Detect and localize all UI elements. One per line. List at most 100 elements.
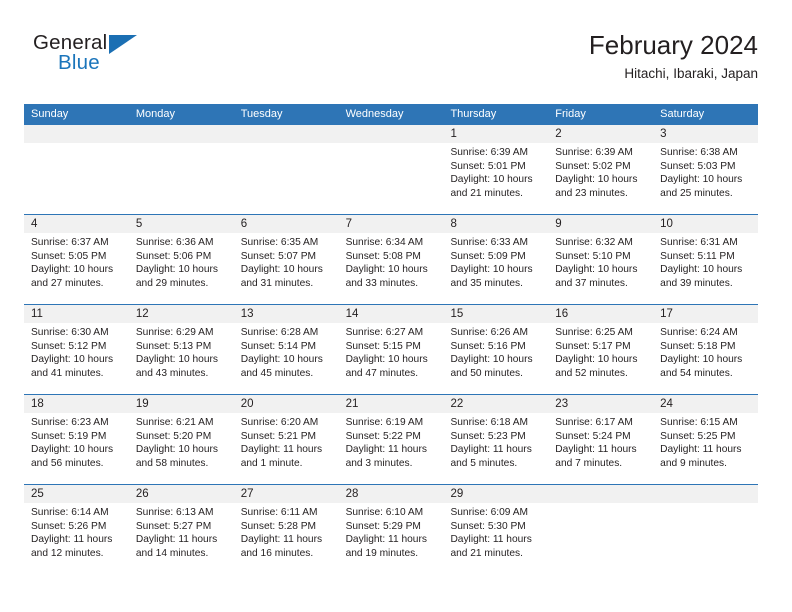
day-number: 21 (345, 398, 359, 410)
sunset-text: Sunset: 5:05 PM (31, 250, 107, 262)
sunset-text: Sunset: 5:24 PM (555, 430, 631, 442)
day-cell[interactable]: Sunrise: 6:26 AM Sunset: 5:16 PM Dayligh… (443, 323, 548, 394)
day-number: 24 (660, 398, 673, 410)
day-cell[interactable]: Sunrise: 6:10 AM Sunset: 5:29 PM Dayligh… (339, 503, 444, 574)
week-date-numbers: 25 26 27 28 29 (24, 485, 758, 503)
general-blue-logo[interactable]: General Blue (33, 32, 163, 84)
page-title: February 2024 (588, 30, 758, 60)
day-number: 3 (660, 128, 667, 140)
daylight-text-line2: and 41 minutes. (31, 367, 104, 379)
day-cell[interactable] (24, 143, 129, 214)
calendar-grid: Sunday Monday Tuesday Wednesday Thursday… (24, 104, 758, 574)
daylight-text-line2: and 43 minutes. (135, 367, 209, 379)
day-cell[interactable]: Sunrise: 6:34 AM Sunset: 5:08 PM Dayligh… (339, 233, 444, 304)
daylight-text-line1: Daylight: 10 hours (555, 264, 638, 276)
day-cell[interactable]: Sunrise: 6:15 AM Sunset: 5:25 PM Dayligh… (653, 413, 758, 484)
day-cell[interactable]: Sunrise: 6:37 AM Sunset: 5:05 PM Dayligh… (24, 233, 129, 304)
daylight-text-line1: Daylight: 10 hours (135, 354, 218, 366)
daylight-text-line1: Daylight: 11 hours (450, 444, 532, 456)
day-cell[interactable]: Sunrise: 6:29 AM Sunset: 5:13 PM Dayligh… (129, 323, 234, 394)
week-detail-row: Sunrise: 6:23 AM Sunset: 5:19 PM Dayligh… (24, 413, 758, 484)
sunrise-text: Sunrise: 6:39 AM (555, 147, 633, 158)
page-header: General Blue February 2024 Hitachi, Ibar… (24, 28, 758, 96)
day-number (234, 125, 339, 143)
sunset-text: Sunset: 5:18 PM (660, 340, 736, 352)
day-cell[interactable]: Sunrise: 6:11 AM Sunset: 5:28 PM Dayligh… (234, 503, 339, 574)
day-cell[interactable]: Sunrise: 6:35 AM Sunset: 5:07 PM Dayligh… (234, 233, 339, 304)
sunrise-text: Sunrise: 6:31 AM (660, 237, 738, 248)
sunrise-text: Sunrise: 6:15 AM (660, 417, 738, 428)
daylight-text-line2: and 54 minutes. (660, 367, 733, 379)
day-cell[interactable]: Sunrise: 6:21 AM Sunset: 5:20 PM Dayligh… (129, 413, 234, 484)
day-cell[interactable]: Sunrise: 6:13 AM Sunset: 5:27 PM Dayligh… (129, 503, 234, 574)
sunrise-text: Sunrise: 6:10 AM (345, 507, 424, 518)
day-cell[interactable]: Sunrise: 6:27 AM Sunset: 5:15 PM Dayligh… (339, 323, 444, 394)
day-cell[interactable]: Sunrise: 6:31 AM Sunset: 5:11 PM Dayligh… (653, 233, 758, 304)
day-cell[interactable]: Sunrise: 6:28 AM Sunset: 5:14 PM Dayligh… (234, 323, 339, 394)
daylight-text-line1: Daylight: 10 hours (240, 264, 323, 276)
day-cell[interactable] (653, 503, 758, 574)
day-cell[interactable]: Sunrise: 6:36 AM Sunset: 5:06 PM Dayligh… (129, 233, 234, 304)
day-number: 10 (660, 218, 673, 230)
sunset-text: Sunset: 5:15 PM (345, 340, 421, 352)
daylight-text-line2: and 52 minutes. (555, 367, 628, 379)
daylight-text-line1: Daylight: 11 hours (240, 444, 323, 456)
day-cell[interactable]: Sunrise: 6:33 AM Sunset: 5:09 PM Dayligh… (443, 233, 548, 304)
day-cell[interactable] (339, 143, 444, 214)
location-subtitle: Hitachi, Ibaraki, Japan (624, 66, 758, 81)
sunrise-text: Sunrise: 6:18 AM (450, 417, 529, 428)
sunrise-text: Sunrise: 6:30 AM (31, 327, 109, 338)
sunrise-text: Sunrise: 6:28 AM (240, 327, 319, 338)
day-cell[interactable] (548, 503, 653, 574)
day-cell[interactable]: Sunrise: 6:30 AM Sunset: 5:12 PM Dayligh… (24, 323, 129, 394)
day-number: 6 (240, 218, 248, 230)
daylight-text-line2: and 47 minutes. (345, 367, 419, 379)
day-cell[interactable]: Sunrise: 6:32 AM Sunset: 5:10 PM Dayligh… (548, 233, 653, 304)
daylight-text-line1: Daylight: 10 hours (660, 264, 743, 276)
day-cell[interactable] (234, 143, 339, 214)
daylight-text-line1: Daylight: 10 hours (345, 354, 428, 366)
sunrise-text: Sunrise: 6:33 AM (450, 237, 529, 248)
day-cell[interactable]: Sunrise: 6:18 AM Sunset: 5:23 PM Dayligh… (443, 413, 548, 484)
day-cell[interactable] (129, 143, 234, 214)
logo-text-blue: Blue (58, 51, 100, 74)
week-row: 18 19 20 21 22 23 24 Sunrise: 6:23 AM Su… (24, 395, 758, 485)
sunset-text: Sunset: 5:29 PM (345, 520, 421, 532)
sunset-text: Sunset: 5:28 PM (240, 520, 317, 532)
day-cell[interactable]: Sunrise: 6:23 AM Sunset: 5:19 PM Dayligh… (24, 413, 129, 484)
day-cell[interactable]: Sunrise: 6:39 AM Sunset: 5:01 PM Dayligh… (443, 143, 548, 214)
sunrise-text: Sunrise: 6:34 AM (345, 237, 424, 248)
daylight-text-line2: and 12 minutes. (31, 547, 104, 559)
sunrise-text: Sunrise: 6:13 AM (135, 507, 214, 518)
daylight-text-line2: and 21 minutes. (450, 187, 523, 199)
day-cell[interactable]: Sunrise: 6:38 AM Sunset: 5:03 PM Dayligh… (653, 143, 758, 214)
day-cell[interactable]: Sunrise: 6:20 AM Sunset: 5:21 PM Dayligh… (234, 413, 339, 484)
daylight-text-line1: Daylight: 10 hours (660, 174, 743, 186)
weekday-header-monday: Monday (135, 108, 175, 120)
day-cell[interactable]: Sunrise: 6:19 AM Sunset: 5:22 PM Dayligh… (339, 413, 444, 484)
day-number: 8 (450, 218, 457, 230)
day-cell[interactable]: Sunrise: 6:24 AM Sunset: 5:18 PM Dayligh… (653, 323, 758, 394)
day-number: 9 (555, 218, 562, 230)
day-cell[interactable]: Sunrise: 6:25 AM Sunset: 5:17 PM Dayligh… (548, 323, 653, 394)
day-cell[interactable]: Sunrise: 6:09 AM Sunset: 5:30 PM Dayligh… (443, 503, 548, 574)
daylight-text-line1: Daylight: 11 hours (555, 444, 637, 456)
daylight-text-line1: Daylight: 10 hours (345, 264, 428, 276)
daylight-text-line1: Daylight: 11 hours (31, 534, 113, 546)
sunrise-text: Sunrise: 6:24 AM (660, 327, 738, 338)
daylight-text-line2: and 56 minutes. (31, 457, 104, 469)
day-cell[interactable]: Sunrise: 6:39 AM Sunset: 5:02 PM Dayligh… (548, 143, 653, 214)
daylight-text-line1: Daylight: 10 hours (31, 264, 114, 276)
sunset-text: Sunset: 5:01 PM (450, 160, 526, 172)
day-cell[interactable]: Sunrise: 6:14 AM Sunset: 5:26 PM Dayligh… (24, 503, 129, 574)
weekday-header-saturday: Saturday (660, 108, 705, 120)
sunrise-text: Sunrise: 6:26 AM (450, 327, 529, 338)
week-row: 4 5 6 7 8 9 10 Sunrise: 6:37 AM Sunset: … (24, 215, 758, 305)
week-row: 25 26 27 28 29 Sunrise: 6:14 AM Sunset: … (24, 485, 758, 574)
daylight-text-line2: and 16 minutes. (240, 547, 314, 559)
sunrise-text: Sunrise: 6:21 AM (135, 417, 214, 428)
daylight-text-line2: and 21 minutes. (450, 547, 523, 559)
daylight-text-line2: and 25 minutes. (660, 187, 733, 199)
daylight-text-line1: Daylight: 11 hours (345, 534, 427, 546)
day-cell[interactable]: Sunrise: 6:17 AM Sunset: 5:24 PM Dayligh… (548, 413, 653, 484)
